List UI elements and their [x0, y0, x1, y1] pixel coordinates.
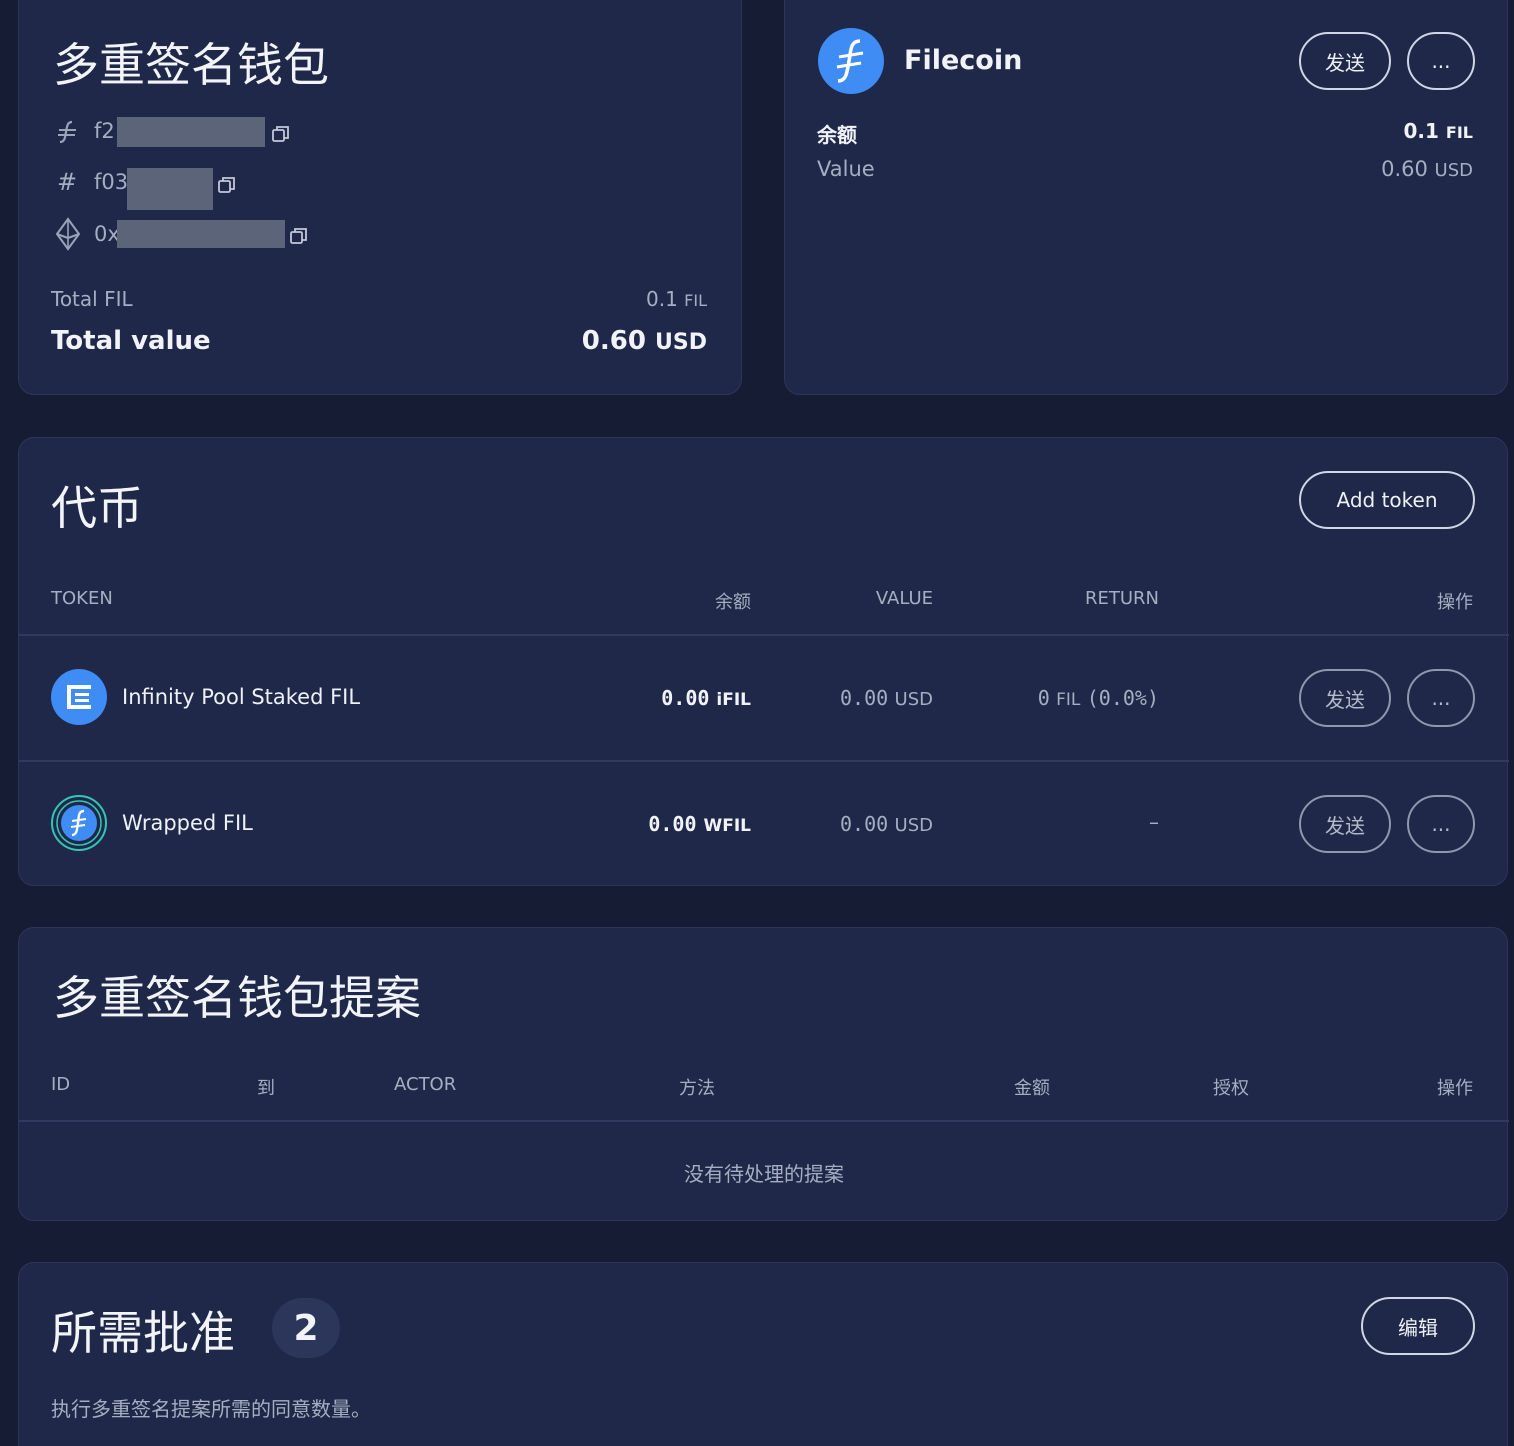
total-value-unit: USD	[655, 330, 707, 355]
token-return: 0 FIL (0.0%)	[1038, 686, 1159, 710]
filecoin-name: Filecoin	[904, 45, 1023, 76]
total-value-label: Total value	[51, 326, 211, 356]
token-balance-amount: 0.00	[648, 812, 697, 836]
wallet-card: 多重签名钱包 f2 # f03 0x Total FIL 0.1 FIL Tot…	[18, 0, 742, 395]
table-divider	[19, 634, 1509, 636]
col-value: VALUE	[875, 588, 933, 609]
token-return: –	[1149, 810, 1159, 834]
token-balance: 0.00 WFIL	[648, 812, 751, 836]
approvals-card: 所需批准 2 编辑 执行多重签名提案所需的同意数量。	[18, 1262, 1508, 1446]
hash-icon: #	[57, 168, 78, 196]
token-value: 0.00 USD	[840, 812, 933, 836]
col-token: TOKEN	[51, 588, 113, 609]
token-return-amount: 0	[1037, 686, 1050, 710]
value-value: 0.60 USD	[1381, 157, 1473, 181]
value-amount: 0.60	[1381, 157, 1428, 181]
token-value-unit: USD	[894, 689, 933, 710]
token-balance: 0.00 iFIL	[661, 686, 751, 710]
ifil-token-icon	[51, 669, 107, 725]
more-button[interactable]: ...	[1407, 795, 1475, 853]
address-f03-prefix: f03	[94, 170, 129, 194]
send-button[interactable]: 发送	[1299, 795, 1391, 853]
empty-proposals-text: 没有待处理的提案	[684, 1162, 844, 1186]
total-value-amount: 0.60	[581, 326, 646, 356]
token-name: Infinity Pool Staked FIL	[122, 685, 361, 709]
col-id: ID	[51, 1074, 71, 1095]
col-approvals: 授权	[1213, 1078, 1249, 1099]
col-actions: 操作	[1437, 592, 1473, 613]
total-fil-label: Total FIL	[51, 287, 133, 311]
balance-unit: FIL	[1445, 123, 1473, 142]
balance-amount: 0.1	[1403, 119, 1439, 143]
token-value-unit: USD	[894, 815, 933, 836]
token-value: 0.00 USD	[840, 686, 933, 710]
row-divider	[19, 760, 1509, 762]
col-to: 到	[257, 1078, 275, 1099]
col-method: 方法	[679, 1078, 715, 1099]
proposals-card: 多重签名钱包提案 ID 到 ACTOR 方法 金额 授权 操作 没有待处理的提案	[18, 927, 1509, 1221]
balance-value: 0.1 FIL	[1404, 119, 1473, 143]
redacted-address-f2	[117, 117, 265, 147]
token-value-amount: 0.00	[840, 812, 889, 836]
copy-icon[interactable]	[271, 124, 291, 144]
more-button[interactable]: ...	[1407, 669, 1475, 727]
token-return-pct: (0.0%)	[1086, 686, 1159, 710]
token-balance-unit: WFIL	[703, 816, 751, 836]
col-balance: 余额	[715, 592, 751, 613]
approvals-description: 执行多重签名提案所需的同意数量。	[51, 1397, 371, 1421]
filecoin-card: Filecoin 发送 ... 余额 0.1 FIL Value 0.60 US…	[784, 0, 1508, 395]
tokens-card: 代币 Add token TOKEN 余额 VALUE RETURN 操作 In…	[18, 437, 1509, 886]
filecoin-icon	[58, 120, 76, 144]
col-amount: 金额	[1014, 1078, 1050, 1099]
wallet-title: 多重签名钱包	[53, 38, 329, 92]
token-name: Wrapped FIL	[122, 811, 253, 835]
col-actions: 操作	[1437, 1078, 1473, 1099]
copy-icon[interactable]	[289, 226, 309, 246]
col-return: RETURN	[1084, 588, 1159, 609]
proposals-title: 多重签名钱包提案	[53, 971, 421, 1025]
redacted-address-0x	[117, 220, 285, 248]
col-actor: ACTOR	[394, 1074, 457, 1095]
address-0x-prefix: 0x	[94, 222, 120, 246]
copy-icon[interactable]	[217, 175, 237, 195]
more-button[interactable]: ...	[1407, 32, 1475, 90]
add-token-button[interactable]: Add token	[1299, 471, 1475, 529]
approvals-count-badge: 2	[272, 1298, 340, 1358]
send-button[interactable]: 发送	[1299, 32, 1391, 90]
redacted-address-f03	[127, 168, 213, 210]
table-divider	[19, 1120, 1509, 1122]
edit-button[interactable]: 编辑	[1361, 1297, 1475, 1355]
filecoin-logo-icon	[818, 28, 884, 94]
total-fil-amount: 0.1	[645, 287, 678, 311]
tokens-title: 代币	[51, 481, 143, 535]
token-value-amount: 0.00	[840, 686, 889, 710]
value-unit: USD	[1434, 160, 1473, 181]
token-balance-unit: iFIL	[716, 690, 751, 710]
value-label: Value	[817, 157, 875, 181]
total-value-value: 0.60 USD	[582, 326, 707, 356]
total-fil-value: 0.1 FIL	[646, 287, 707, 311]
approvals-title: 所需批准	[51, 1306, 235, 1360]
send-button[interactable]: 发送	[1299, 669, 1391, 727]
ethereum-icon	[55, 217, 81, 251]
total-fil-unit: FIL	[684, 291, 707, 310]
balance-label: 余额	[817, 123, 857, 147]
token-return-unit: FIL	[1056, 690, 1081, 710]
token-balance-amount: 0.00	[661, 686, 710, 710]
wfil-token-icon	[51, 795, 107, 851]
address-f2-prefix: f2	[94, 119, 115, 143]
